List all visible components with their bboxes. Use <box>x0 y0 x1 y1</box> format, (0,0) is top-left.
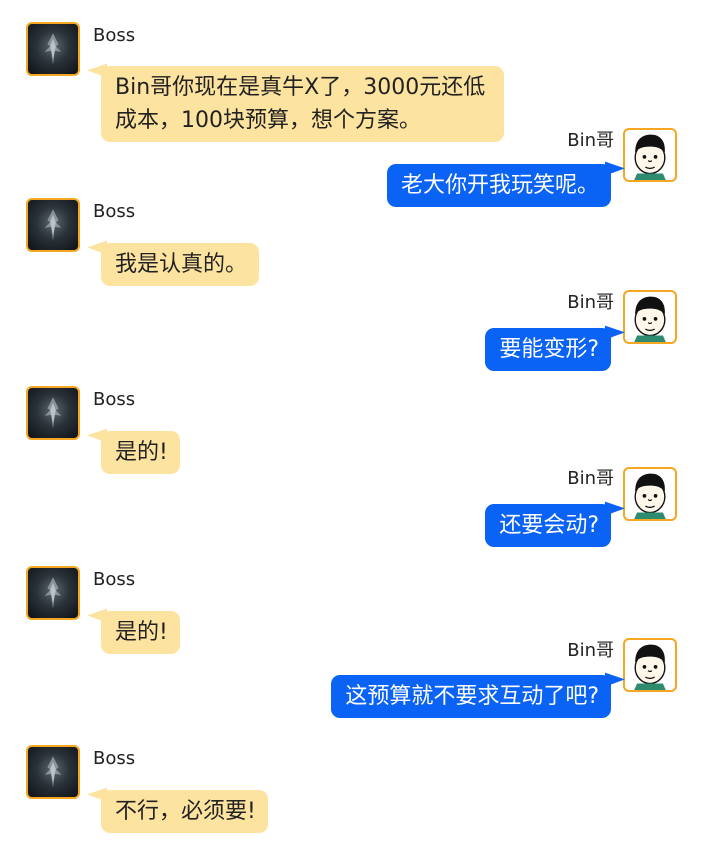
boss-avatar[interactable] <box>26 22 80 76</box>
sender-name: Boss <box>93 389 136 410</box>
message-bubble: 是的! <box>101 431 180 474</box>
message-bubble: Bin哥你现在是真牛X了，3000元还低成本，100块预算，想个方案。 <box>101 66 504 142</box>
message-bubble: 不行，必须要! <box>101 790 268 833</box>
dark-emblem-avatar-icon <box>44 756 62 788</box>
sender-name: Boss <box>93 569 136 590</box>
sender-name: Boss <box>93 748 136 769</box>
meme-face-avatar-icon <box>634 473 666 519</box>
bin-avatar[interactable] <box>623 290 677 344</box>
sender-name: Boss <box>93 201 136 222</box>
message-bubble: 我是认真的。 <box>101 243 260 286</box>
meme-face-avatar-icon <box>634 644 666 690</box>
message-bubble: 是的! <box>101 611 180 654</box>
message-bubble: 要能变形? <box>485 328 611 371</box>
boss-avatar[interactable] <box>26 566 80 620</box>
dark-emblem-avatar-icon <box>44 209 62 241</box>
sender-name: Bin哥 <box>567 640 614 661</box>
meme-face-avatar-icon <box>634 296 666 342</box>
message-bubble: 还要会动? <box>485 504 611 547</box>
dark-emblem-avatar-icon <box>44 33 62 65</box>
dark-emblem-avatar-icon <box>44 397 62 429</box>
sender-name: Boss <box>93 25 136 46</box>
sender-name: Bin哥 <box>567 468 614 489</box>
boss-avatar[interactable] <box>26 386 80 440</box>
bin-avatar[interactable] <box>623 638 677 692</box>
sender-name: Bin哥 <box>567 292 614 313</box>
meme-face-avatar-icon <box>634 134 666 180</box>
sender-name: Bin哥 <box>567 130 614 151</box>
message-bubble: 这预算就不要求互动了吧? <box>331 675 611 718</box>
bin-avatar[interactable] <box>623 467 677 521</box>
boss-avatar[interactable] <box>26 745 80 799</box>
dark-emblem-avatar-icon <box>44 577 62 609</box>
bin-avatar[interactable] <box>623 128 677 182</box>
boss-avatar[interactable] <box>26 198 80 252</box>
message-bubble: 老大你开我玩笑呢。 <box>386 164 611 207</box>
